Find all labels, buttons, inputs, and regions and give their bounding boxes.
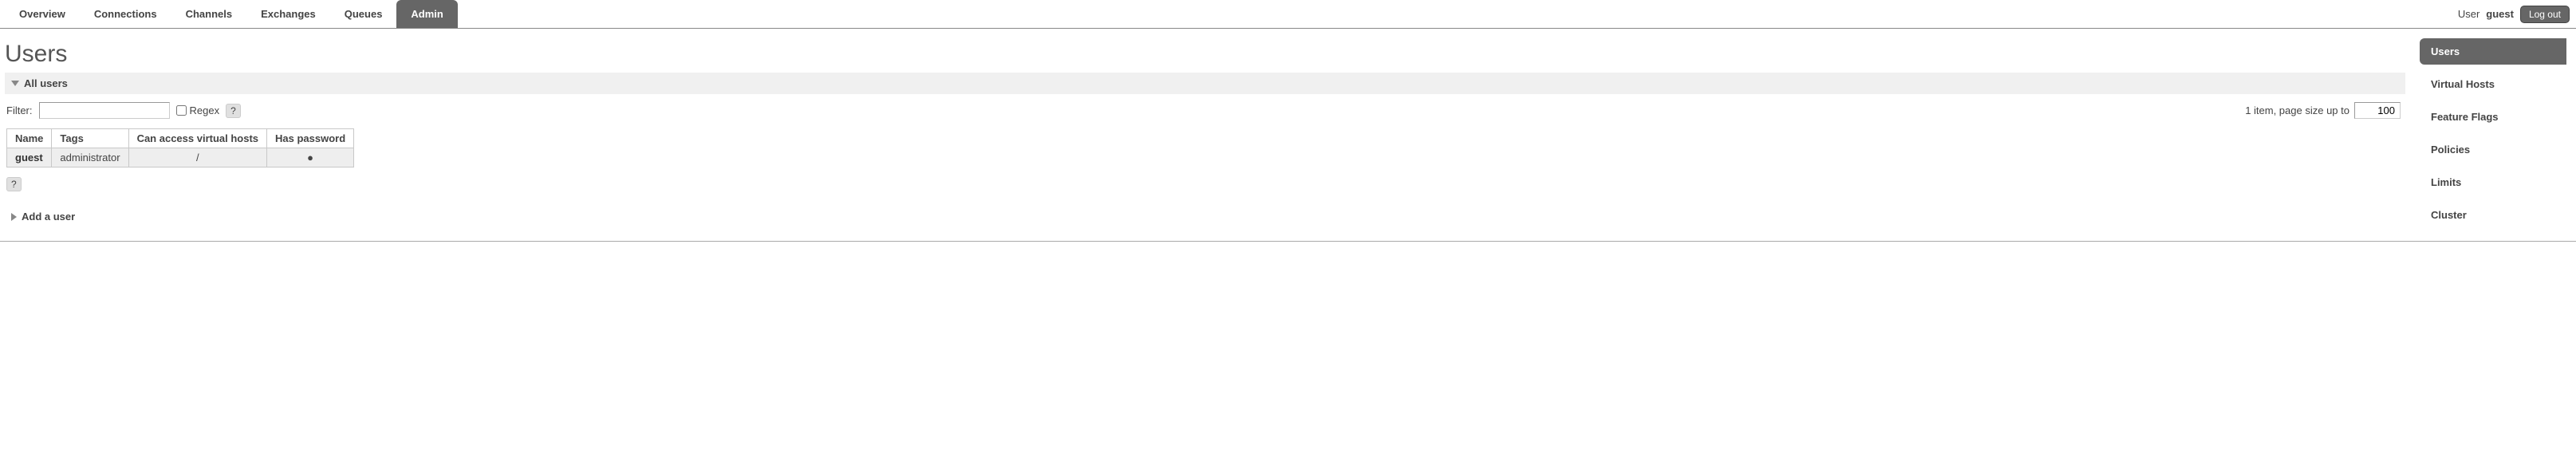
item-count-text: 1 item, page size up to — [2245, 104, 2350, 116]
users-table: Name Tags Can access virtual hosts Has p… — [6, 128, 354, 167]
sidebar: Users Virtual Hosts Feature Flags Polici… — [2420, 29, 2576, 234]
table-help-button[interactable]: ? — [6, 177, 22, 191]
tab-connections[interactable]: Connections — [80, 0, 171, 28]
user-box: User guest Log out — [2458, 0, 2570, 28]
tab-bar: Overview Connections Channels Exchanges … — [5, 0, 458, 28]
tab-channels[interactable]: Channels — [171, 0, 247, 28]
sidebar-item-cluster[interactable]: Cluster — [2420, 202, 2566, 228]
sidebar-item-feature-flags[interactable]: Feature Flags — [2420, 104, 2566, 130]
section-all-users-toggle[interactable]: All users — [5, 73, 2405, 94]
col-name[interactable]: Name — [7, 129, 52, 148]
section-add-user-toggle[interactable]: Add a user — [5, 206, 2405, 227]
regex-checkbox[interactable] — [176, 105, 187, 116]
chevron-down-icon — [11, 81, 19, 86]
section-add-user-label: Add a user — [22, 211, 75, 223]
chevron-right-icon — [11, 213, 17, 221]
regex-label: Regex — [190, 104, 220, 116]
cell-password: ● — [267, 148, 354, 167]
filter-label: Filter: — [6, 104, 33, 116]
sidebar-item-limits[interactable]: Limits — [2420, 169, 2566, 195]
content-area: Users All users Filter: Regex ? 1 item, … — [0, 29, 2405, 227]
table-header-row: Name Tags Can access virtual hosts Has p… — [7, 129, 354, 148]
tab-admin[interactable]: Admin — [396, 0, 457, 28]
sidebar-item-policies[interactable]: Policies — [2420, 136, 2566, 163]
top-nav: Overview Connections Channels Exchanges … — [0, 0, 2576, 29]
page-size-input[interactable] — [2354, 102, 2401, 119]
regex-help-button[interactable]: ? — [226, 104, 241, 118]
user-prefix: User — [2458, 8, 2479, 20]
username: guest — [2486, 8, 2514, 20]
tab-exchanges[interactable]: Exchanges — [246, 0, 330, 28]
table-row: guest administrator / ● — [7, 148, 354, 167]
page-title: Users — [5, 41, 2405, 68]
cell-tags: administrator — [52, 148, 128, 167]
col-vhosts: Can access virtual hosts — [128, 129, 266, 148]
logout-button[interactable]: Log out — [2520, 6, 2570, 23]
sidebar-item-virtual-hosts[interactable]: Virtual Hosts — [2420, 71, 2566, 97]
col-password: Has password — [267, 129, 354, 148]
cell-vhosts: / — [128, 148, 266, 167]
filter-row: Filter: Regex ? 1 item, page size up to — [5, 102, 2405, 128]
tab-overview[interactable]: Overview — [5, 0, 80, 28]
user-link[interactable]: guest — [15, 152, 43, 164]
sidebar-item-users[interactable]: Users — [2420, 38, 2566, 65]
col-tags[interactable]: Tags — [52, 129, 128, 148]
tab-queues[interactable]: Queues — [330, 0, 397, 28]
section-all-users-label: All users — [24, 77, 68, 89]
filter-input[interactable] — [39, 102, 170, 119]
